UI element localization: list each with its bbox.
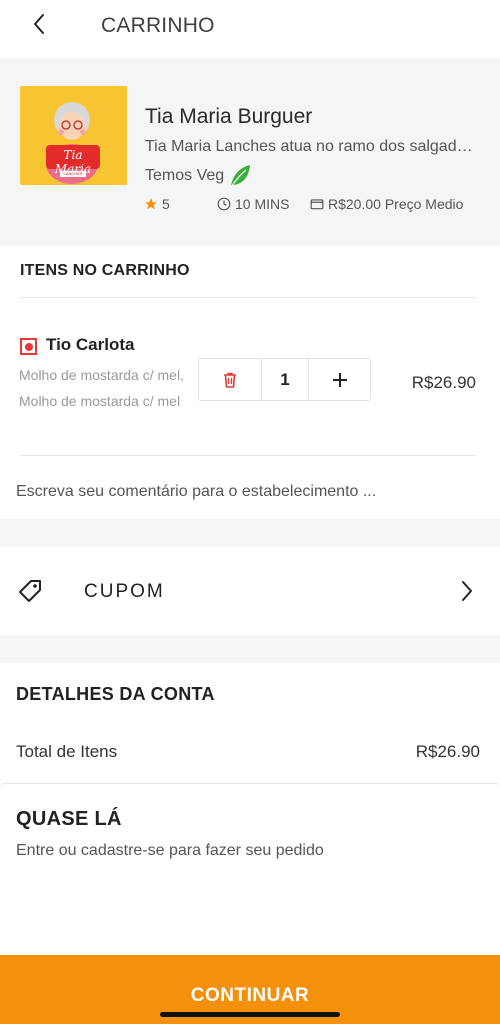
store-name: Tia Maria Burguer bbox=[145, 105, 313, 128]
chevron-left-icon bbox=[34, 14, 44, 34]
clock-icon bbox=[217, 197, 231, 211]
item-price: R$26.90 bbox=[411, 373, 476, 392]
top-bar: CARRINHO bbox=[0, 0, 500, 58]
veg-badge: Temos Veg bbox=[145, 163, 252, 189]
logo-subtext: LANCHES bbox=[63, 171, 83, 176]
remove-item-button[interactable] bbox=[199, 359, 262, 400]
delivery-time: 10 MINS bbox=[217, 196, 289, 212]
star-icon bbox=[145, 198, 157, 210]
comment-input[interactable] bbox=[16, 478, 484, 506]
total-items-label: Total de Itens bbox=[16, 742, 118, 761]
login-prompt-title: QUASE LÁ bbox=[16, 808, 122, 830]
continue-label: CONTINUAR bbox=[190, 985, 310, 1006]
bill-details-title: DETALHES DA CONTA bbox=[16, 684, 215, 704]
quantity-value: 1 bbox=[262, 359, 309, 400]
cart-section-title: ITENS NO CARRINHO bbox=[20, 262, 190, 279]
rating: 5 bbox=[144, 196, 170, 212]
store-logo: Tia Maria LANCHES bbox=[20, 86, 127, 185]
rating-value: 5 bbox=[162, 196, 170, 212]
section-gap bbox=[0, 519, 500, 547]
divider bbox=[20, 455, 476, 456]
back-button[interactable] bbox=[28, 10, 52, 38]
trash-icon bbox=[224, 372, 236, 388]
delivery-time-value: 10 MINS bbox=[235, 196, 290, 212]
non-veg-icon bbox=[20, 338, 37, 355]
quantity-stepper: 1 bbox=[198, 358, 371, 401]
avg-price: R$20.00 Preço Medio bbox=[310, 196, 463, 212]
chevron-right-icon bbox=[462, 581, 472, 601]
item-name: Tio Carlota bbox=[46, 335, 135, 354]
increase-quantity-button[interactable] bbox=[309, 359, 370, 400]
home-indicator bbox=[160, 1012, 340, 1017]
wallet-icon bbox=[310, 199, 324, 210]
store-description: Tia Maria Lanches atua no ramo dos salga… bbox=[145, 138, 475, 155]
section-gap bbox=[0, 635, 500, 663]
coupon-label: CUPOM bbox=[84, 581, 165, 602]
page-title: CARRINHO bbox=[101, 14, 215, 37]
veg-label: Temos Veg bbox=[145, 167, 225, 184]
coupon-row[interactable]: CUPOM bbox=[0, 547, 500, 635]
login-prompt-sheet: QUASE LÁ Entre ou cadastre-se para fazer… bbox=[0, 783, 500, 955]
avg-price-value: R$20.00 Preço Medio bbox=[328, 196, 464, 212]
total-items-value: R$26.90 bbox=[415, 742, 480, 761]
plus-icon bbox=[332, 372, 347, 387]
item-options: Molho de mostarda c/ mel, Molho de mosta… bbox=[19, 367, 184, 409]
login-prompt-subtitle: Entre ou cadastre-se para fazer seu pedi… bbox=[16, 842, 324, 859]
tag-icon bbox=[19, 580, 41, 602]
leaf-icon bbox=[230, 165, 251, 188]
divider bbox=[20, 297, 476, 298]
store-card[interactable]: Tia Maria LANCHES Tia Maria Burguer Tia … bbox=[0, 58, 500, 246]
